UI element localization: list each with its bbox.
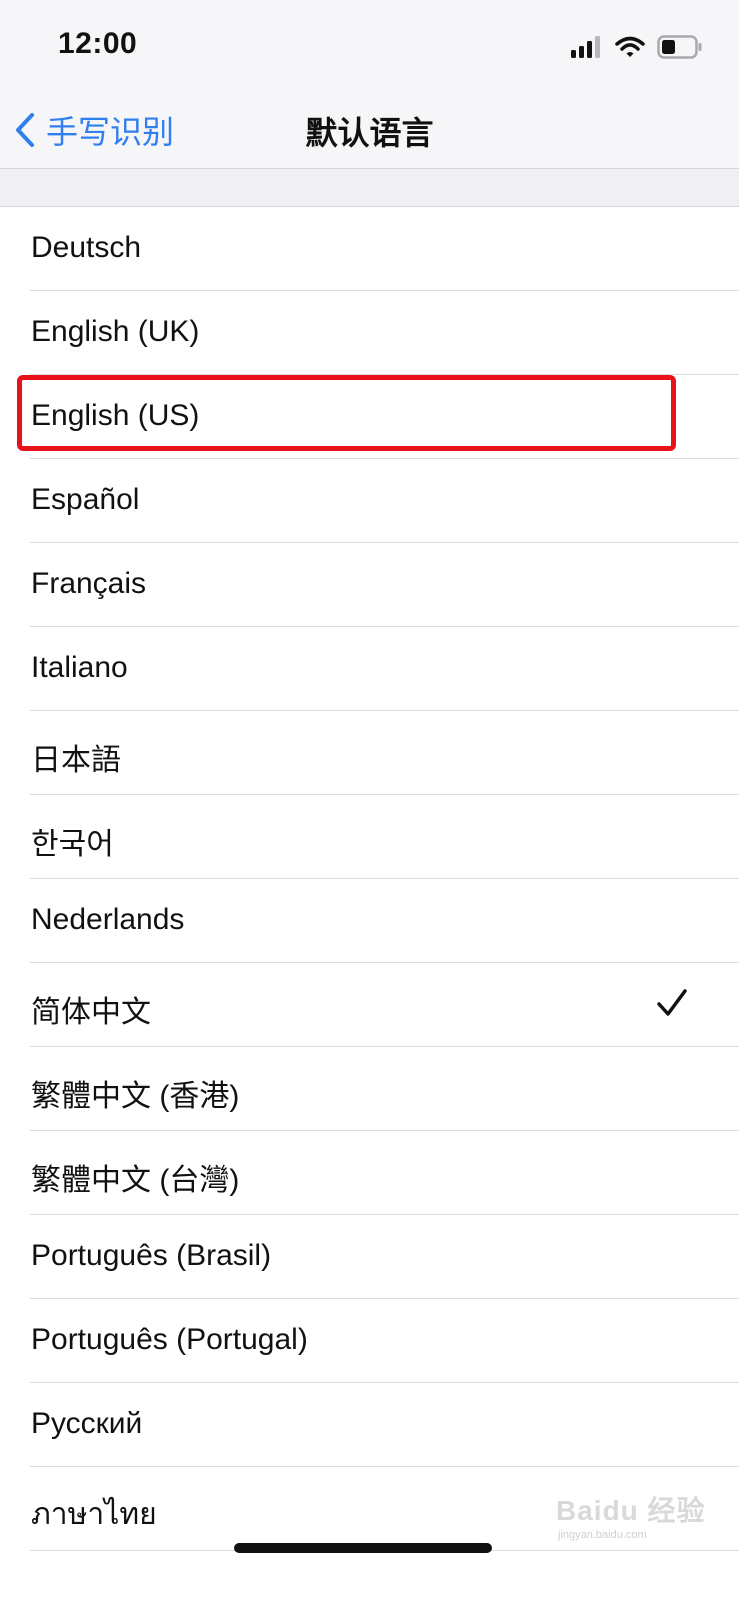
language-label: Português (Brasil)	[31, 1239, 272, 1272]
language-label: Deutsch	[31, 231, 142, 264]
list-item-traditional-chinese-tw[interactable]: 繁體中文 (台灣)	[0, 1131, 739, 1215]
signal-icon	[571, 36, 600, 58]
language-label: 简体中文	[31, 996, 151, 1029]
wifi-icon	[615, 36, 645, 57]
language-label: 日本語	[31, 744, 121, 777]
list-item-italiano[interactable]: Italiano	[0, 627, 739, 711]
list-item-russian[interactable]: Русский	[0, 1383, 739, 1467]
battery-icon	[657, 35, 702, 59]
language-label: Русский	[31, 1407, 143, 1440]
list-item-simplified-chinese[interactable]: 简体中文	[0, 963, 739, 1047]
highlight-annotation-box	[17, 375, 676, 451]
language-label: Español	[31, 483, 140, 516]
checkmark-icon	[657, 989, 687, 1016]
language-label: English (UK)	[31, 315, 200, 348]
language-label: Nederlands	[31, 903, 185, 936]
list-item-portuguese-portugal[interactable]: Português (Portugal)	[0, 1299, 739, 1383]
status-bar: 12:00	[0, 0, 739, 92]
list-item-deutsch[interactable]: Deutsch	[0, 207, 739, 291]
language-label: 한국어	[31, 828, 114, 861]
section-gap	[0, 169, 739, 206]
language-label: Français	[31, 567, 147, 600]
list-item-nederlands[interactable]: Nederlands	[0, 879, 739, 963]
list-item-english-uk[interactable]: English (UK)	[0, 291, 739, 375]
watermark-text: Baidu 经验	[556, 1495, 706, 1526]
page-title: 默认语言	[305, 115, 434, 151]
list-item-espanol[interactable]: Español	[0, 459, 739, 543]
top-header-area: 12:00 手写识别 默认语言	[0, 0, 739, 168]
status-icons	[571, 33, 703, 61]
navigation-bar: 手写识别 默认语言	[0, 92, 739, 168]
language-label: Português (Portugal)	[31, 1323, 308, 1356]
language-label: 繁體中文 (台灣)	[31, 1164, 240, 1197]
list-item-francais[interactable]: Français	[0, 543, 739, 627]
list-item-traditional-chinese-hk[interactable]: 繁體中文 (香港)	[0, 1047, 739, 1131]
status-time: 12:00	[58, 27, 138, 60]
list-item-portuguese-brasil[interactable]: Português (Brasil)	[0, 1215, 739, 1299]
list-item-korean[interactable]: 한국어	[0, 795, 739, 879]
watermark-url: jingyan.baidu.com	[558, 1529, 647, 1541]
language-label: Italiano	[31, 651, 128, 684]
language-label: 繁體中文 (香港)	[31, 1080, 240, 1113]
language-label: ภาษาไทย	[31, 1498, 157, 1531]
home-indicator[interactable]	[234, 1543, 492, 1553]
baidu-watermark: Baidu 经验 jingyan.baidu.com	[556, 1489, 706, 1551]
list-item-japanese[interactable]: 日本語	[0, 711, 739, 795]
